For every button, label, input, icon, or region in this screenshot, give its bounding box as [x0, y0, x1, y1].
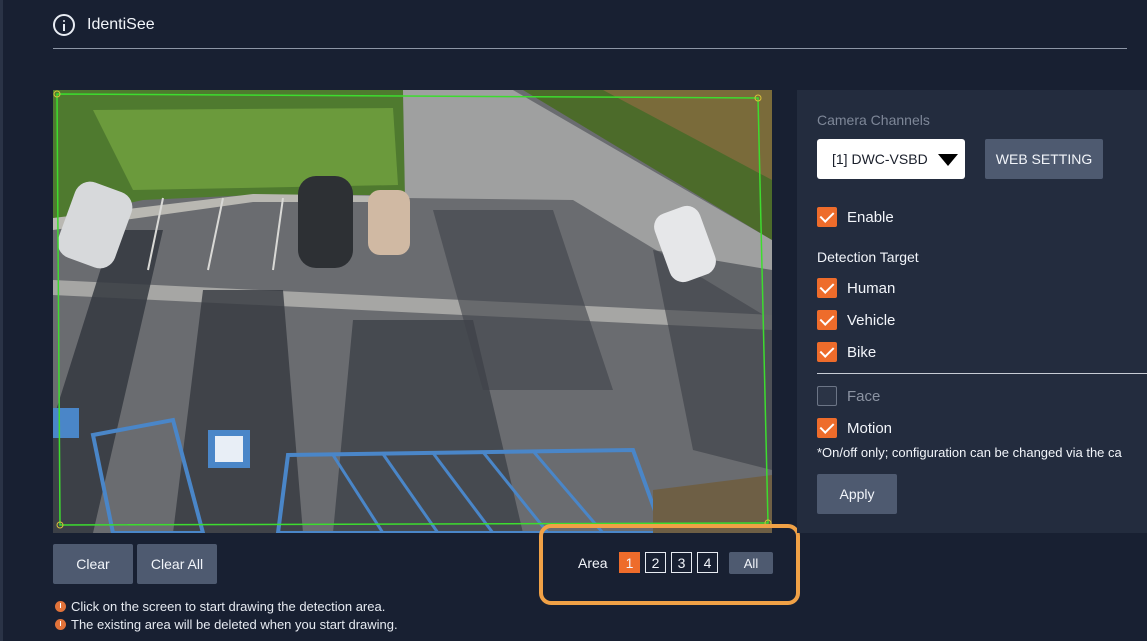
camera-view[interactable]: [53, 90, 772, 533]
web-setting-button[interactable]: WEB SETTING: [985, 139, 1103, 179]
grass-light: [93, 108, 398, 190]
enable-checkbox[interactable]: [817, 207, 837, 227]
info-icon: [53, 14, 75, 36]
motion-label: Motion: [847, 419, 893, 437]
camera-channel-value: [1] DWC-VSBD: [832, 151, 928, 167]
clear-all-button[interactable]: Clear All: [137, 544, 217, 584]
tip-item: Click on the screen to start drawing the…: [55, 597, 398, 615]
enable-label: Enable: [847, 208, 894, 226]
human-checkbox[interactable]: [817, 278, 837, 298]
vehicle-checkbox-row[interactable]: Vehicle: [817, 310, 895, 330]
face-label: Face: [847, 387, 881, 405]
area-3-button[interactable]: 3: [671, 552, 692, 573]
apply-button[interactable]: Apply: [817, 474, 897, 514]
tip-item: The existing area will be deleted when y…: [55, 615, 398, 633]
vehicle-checkbox[interactable]: [817, 310, 837, 330]
camera-channel-select[interactable]: [1] DWC-VSBD: [817, 139, 965, 179]
info-icon: [55, 618, 66, 630]
handicap-symbol-left: [53, 408, 79, 438]
area-1-button[interactable]: 1: [619, 552, 640, 573]
bike-checkbox-row[interactable]: Bike: [817, 342, 876, 362]
motion-checkbox-row[interactable]: Motion: [817, 418, 892, 438]
app-header: IdentiSee: [53, 14, 155, 36]
face-checkbox[interactable]: [817, 386, 837, 406]
clear-button[interactable]: Clear: [53, 544, 133, 584]
tip-text: Click on the screen to start drawing the…: [71, 598, 386, 614]
area-2-button[interactable]: 2: [645, 552, 666, 573]
app-title: IdentiSee: [87, 16, 155, 33]
bike-checkbox[interactable]: [817, 342, 837, 362]
car-tan: [368, 190, 410, 255]
area-all-button[interactable]: All: [729, 552, 773, 574]
camera-image: [53, 90, 772, 533]
header-divider: [53, 48, 1127, 49]
window-edge: [0, 0, 3, 641]
bike-label: Bike: [847, 343, 877, 361]
tips-list: Click on the screen to start drawing the…: [55, 597, 398, 633]
info-icon: [55, 600, 66, 612]
area-4-button[interactable]: 4: [697, 552, 718, 573]
motion-note: *On/off only; configuration can be chang…: [817, 445, 1122, 460]
panel-divider: [817, 373, 1147, 374]
car-dark: [298, 176, 353, 268]
enable-checkbox-row[interactable]: Enable: [817, 207, 894, 227]
area-label: Area: [578, 555, 608, 571]
handicap-symbol-inner: [215, 436, 243, 462]
vehicle-label: Vehicle: [847, 311, 896, 329]
motion-checkbox[interactable]: [817, 418, 837, 438]
detection-target-label: Detection Target: [817, 249, 919, 265]
face-checkbox-row[interactable]: Face: [817, 386, 880, 406]
camera-channels-label: Camera Channels: [817, 112, 930, 128]
tip-text: The existing area will be deleted when y…: [71, 616, 398, 632]
human-checkbox-row[interactable]: Human: [817, 278, 895, 298]
dropdown-arrow-icon: [938, 154, 958, 166]
human-label: Human: [847, 279, 896, 297]
